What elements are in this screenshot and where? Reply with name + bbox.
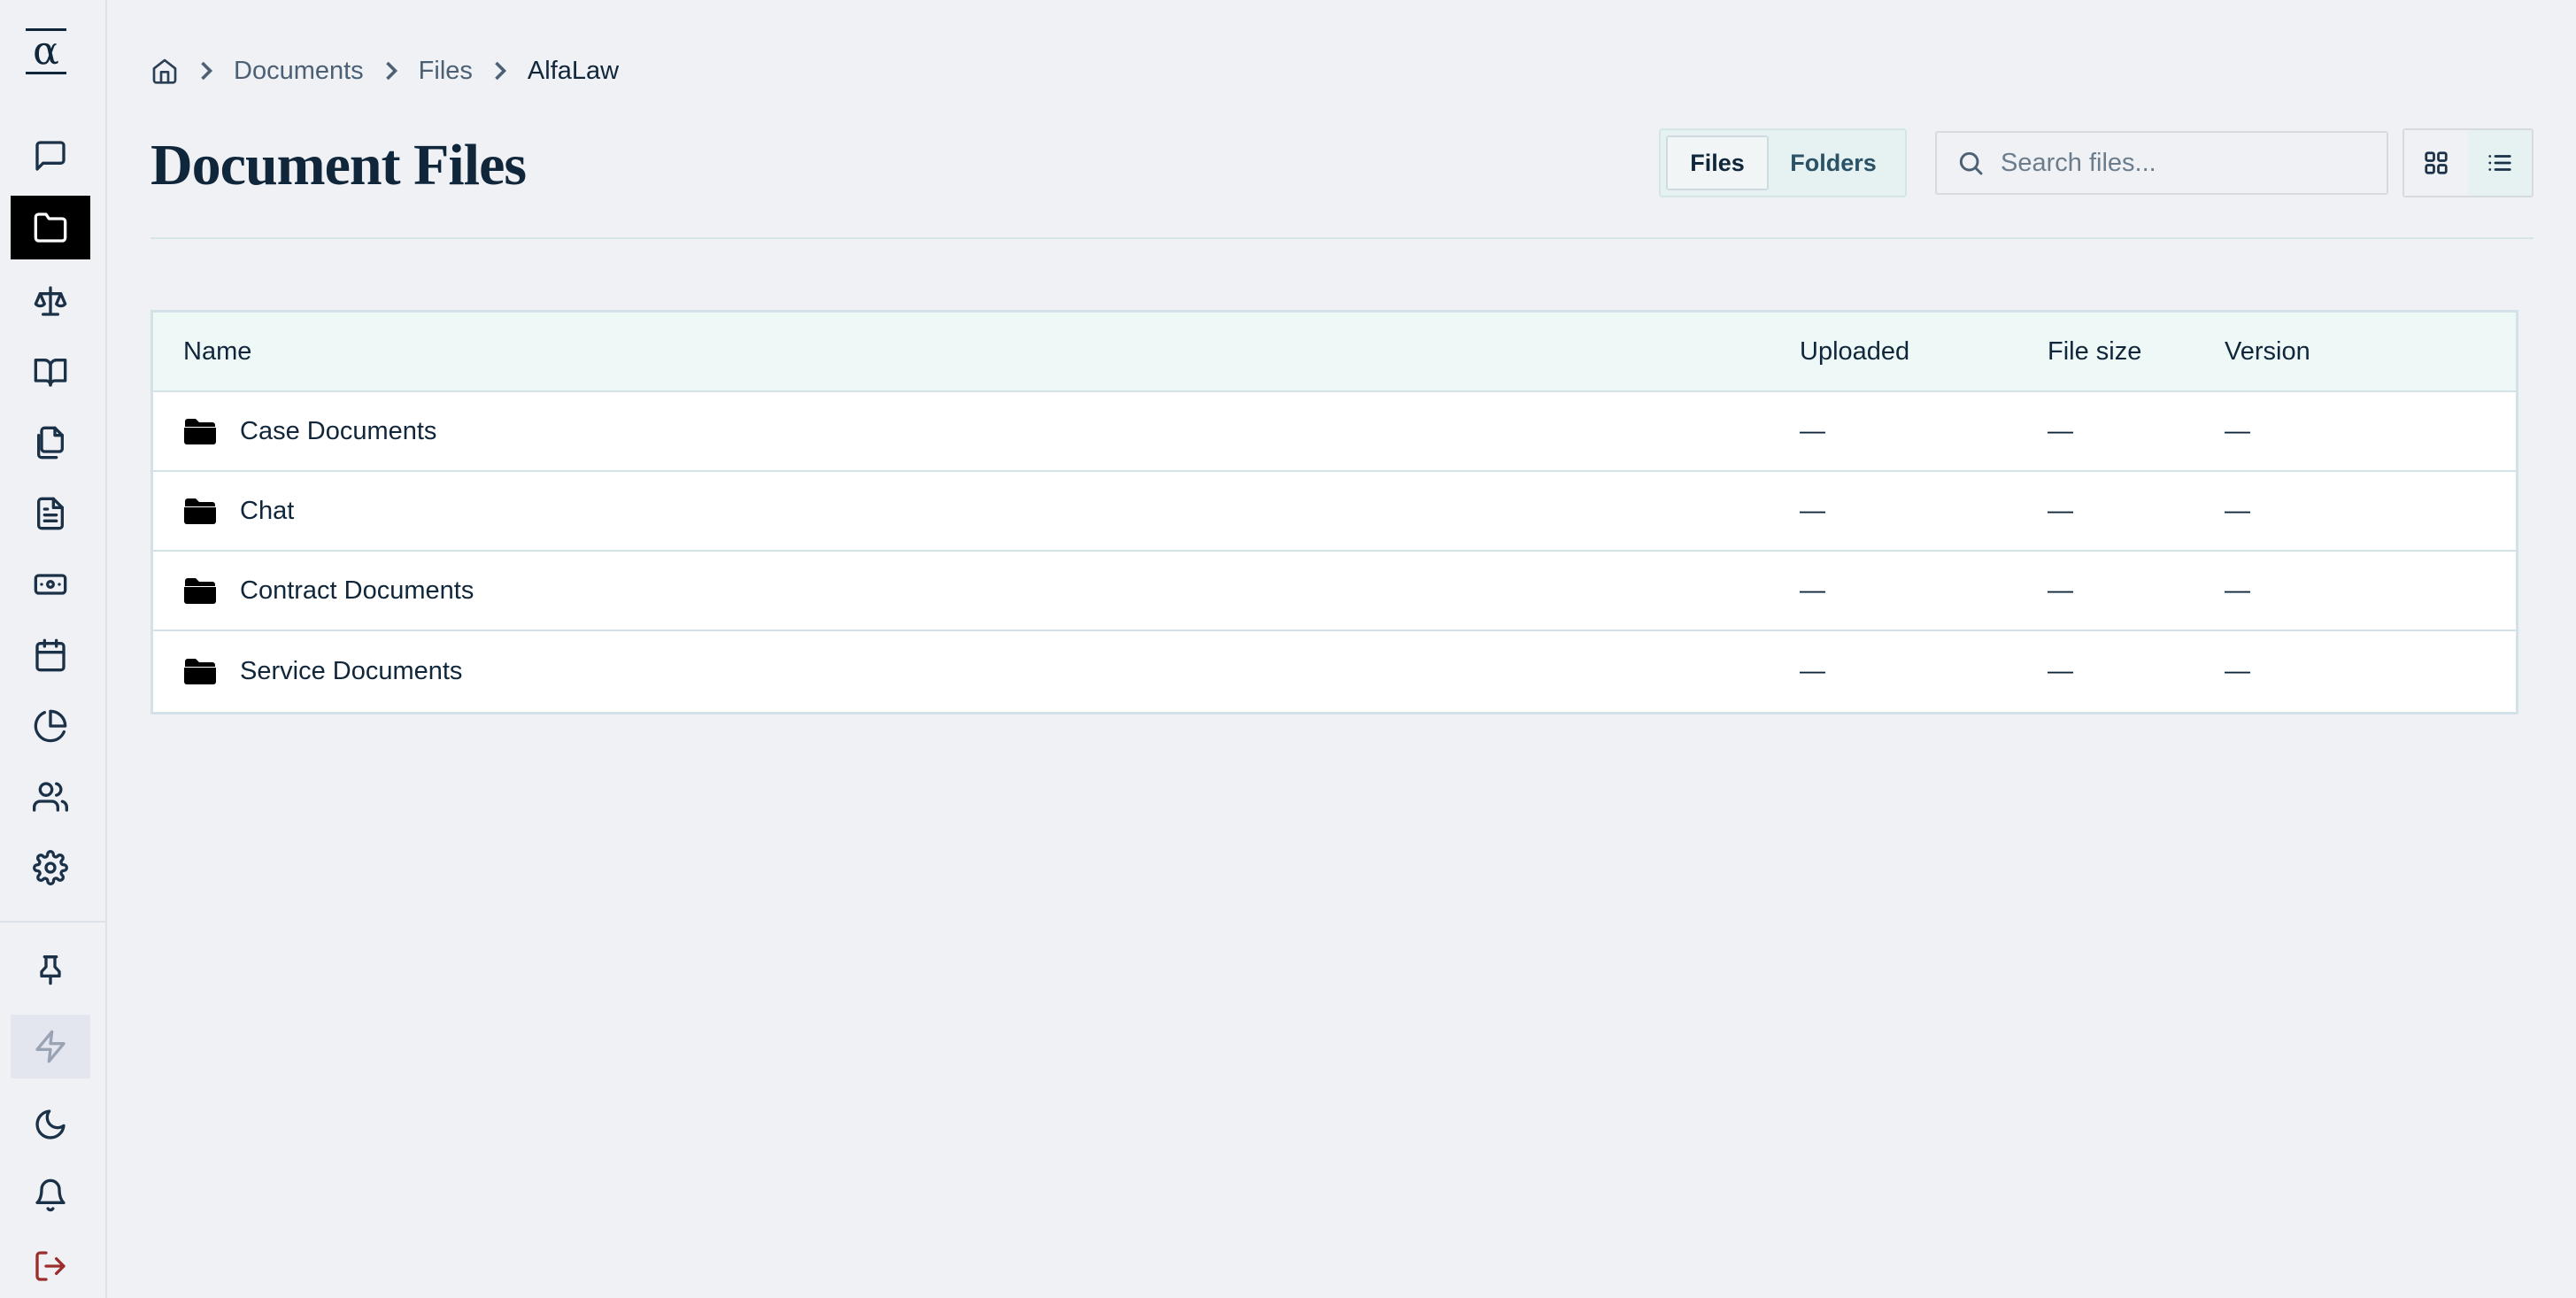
sidebar-item-cases[interactable]: [11, 269, 90, 333]
row-name-cell: Service Documents: [153, 656, 1800, 686]
sidebar-item-reports[interactable]: [11, 694, 90, 758]
files-folders-toggle: Files Folders: [1659, 128, 1907, 197]
banknote-icon: [34, 574, 67, 595]
search-box: [1935, 131, 2388, 195]
sidebar-item-pin[interactable]: [11, 937, 90, 1001]
moon-icon: [35, 1109, 66, 1140]
sidebar-item-chat[interactable]: [11, 124, 90, 188]
sidebar-item-library[interactable]: [11, 340, 90, 404]
row-name: Chat: [240, 496, 295, 525]
row-name-cell: Contract Documents: [153, 576, 1800, 606]
pin-icon: [40, 955, 61, 985]
folder-icon: [183, 416, 217, 446]
gear-icon: [33, 850, 68, 885]
file-text-icon: [37, 497, 65, 530]
grid-icon: [2425, 151, 2448, 174]
app-logo[interactable]: α: [21, 27, 71, 76]
search-icon: [1959, 151, 1983, 175]
view-mode-toggle: [2402, 128, 2534, 197]
row-version: —: [2225, 656, 2250, 685]
home-icon: [152, 58, 177, 84]
list-icon: [2488, 155, 2511, 171]
zap-icon: [35, 1030, 66, 1063]
sidebar: α: [0, 0, 107, 1298]
logo-glyph: α: [33, 28, 59, 73]
row-file-size: —: [2048, 496, 2073, 525]
header-divider: [150, 237, 2534, 239]
sidebar-item-settings[interactable]: [11, 836, 90, 900]
chevron-right-icon: [198, 60, 214, 81]
column-header-name[interactable]: Name: [153, 337, 1800, 367]
row-name: Case Documents: [240, 416, 437, 445]
bell-icon: [35, 1178, 66, 1212]
logo-bottom-bar: [26, 72, 66, 74]
row-uploaded: —: [1800, 656, 1825, 685]
breadcrumb: Documents Files AlfaLaw: [150, 53, 619, 89]
row-uploaded: —: [1800, 496, 1825, 525]
sidebar-item-contracts[interactable]: [11, 482, 90, 545]
sidebar-item-documents[interactable]: [11, 196, 90, 259]
sidebar-item-templates[interactable]: [11, 411, 90, 475]
scale-icon: [34, 286, 67, 316]
sidebar-item-notifications[interactable]: [11, 1163, 90, 1227]
tab-files[interactable]: Files: [1666, 135, 1769, 190]
breadcrumb-current: AlfaLaw: [527, 56, 620, 85]
folder-icon: [183, 496, 217, 526]
log-out-icon: [35, 1251, 66, 1281]
table-row[interactable]: Chat — — —: [153, 472, 2516, 552]
row-file-size: —: [2048, 416, 2073, 445]
column-header-file-size[interactable]: File size: [2048, 337, 2225, 367]
grid-view-button[interactable]: [2404, 130, 2468, 196]
users-icon: [33, 782, 68, 812]
list-view-button[interactable]: [2468, 130, 2532, 196]
page-title: Document Files: [150, 133, 527, 197]
book-open-icon: [34, 359, 67, 387]
breadcrumb-home[interactable]: [150, 57, 179, 85]
table-row[interactable]: Contract Documents — — —: [153, 552, 2516, 631]
folder-icon: [183, 576, 217, 606]
sidebar-item-theme[interactable]: [11, 1093, 90, 1156]
message-square-icon: [35, 141, 66, 171]
sidebar-item-quick-actions[interactable]: [11, 1015, 90, 1078]
files-table: Name Uploaded File size Version Case Doc…: [150, 310, 2518, 715]
column-header-version[interactable]: Version: [2225, 337, 2490, 367]
row-uploaded: —: [1800, 416, 1825, 445]
row-uploaded: —: [1800, 576, 1825, 605]
sidebar-item-logout[interactable]: [11, 1234, 90, 1298]
sidebar-item-calendar[interactable]: [11, 623, 90, 687]
chevron-right-icon: [492, 60, 508, 81]
calendar-icon: [35, 638, 66, 672]
breadcrumb-item-documents[interactable]: Documents: [234, 57, 364, 86]
column-header-uploaded[interactable]: Uploaded: [1800, 337, 2048, 367]
row-name-cell: Chat: [153, 496, 1800, 526]
sidebar-item-billing[interactable]: [11, 552, 90, 616]
row-name: Service Documents: [240, 656, 463, 685]
search-input[interactable]: [2001, 148, 2372, 178]
breadcrumb-item-files[interactable]: Files: [419, 57, 473, 86]
tab-folders[interactable]: Folders: [1769, 135, 1898, 190]
row-file-size: —: [2048, 656, 2073, 685]
app-root: α Documents Files AlfaLaw Document Files…: [0, 0, 2576, 1298]
table-header: Name Uploaded File size Version: [153, 313, 2516, 392]
table-row[interactable]: Case Documents — — —: [153, 392, 2516, 472]
files-icon: [37, 426, 65, 460]
sidebar-item-team[interactable]: [11, 765, 90, 829]
row-version: —: [2225, 576, 2250, 605]
folder-icon: [183, 656, 217, 686]
sidebar-divider: [0, 921, 107, 923]
chevron-right-icon: [383, 60, 399, 81]
row-name: Contract Documents: [240, 576, 474, 605]
row-file-size: —: [2048, 576, 2073, 605]
folder-icon: [34, 212, 67, 243]
row-name-cell: Case Documents: [153, 416, 1800, 446]
table-row[interactable]: Service Documents — — —: [153, 631, 2516, 711]
row-version: —: [2225, 416, 2250, 445]
pie-chart-icon: [34, 709, 67, 743]
row-version: —: [2225, 496, 2250, 525]
